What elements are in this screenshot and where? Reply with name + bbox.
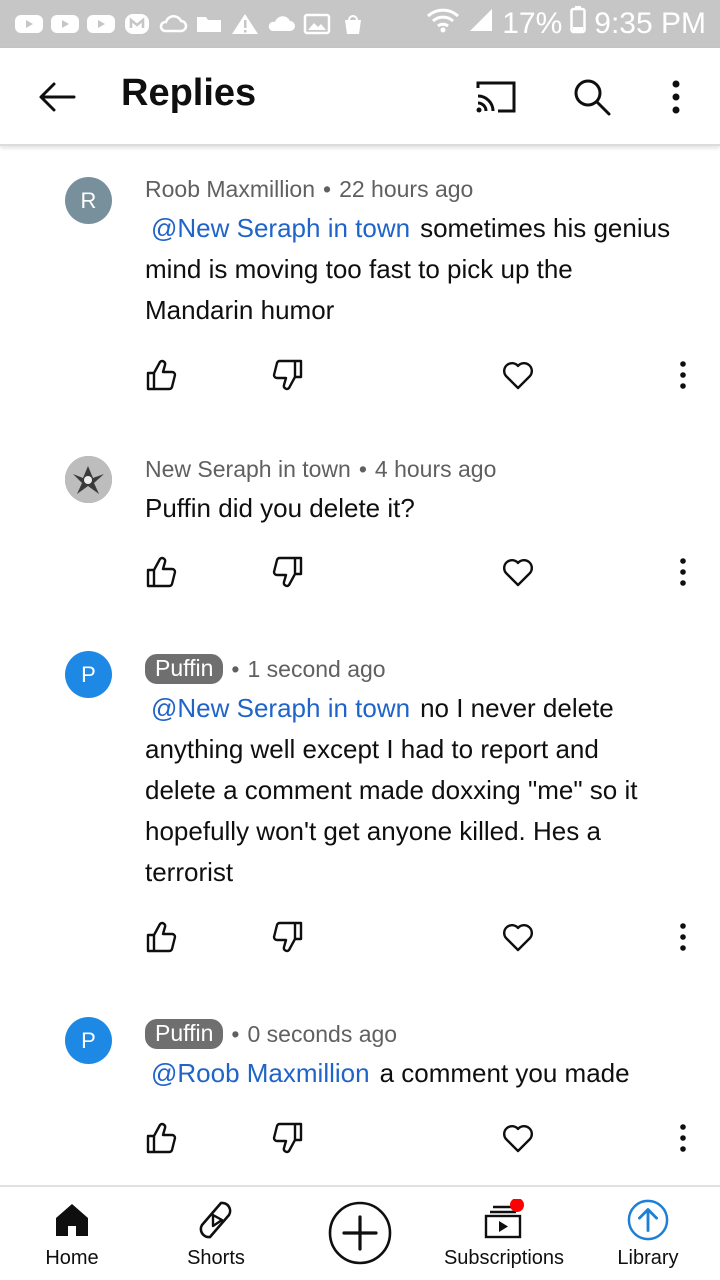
comment-body: Puffin did you delete it? bbox=[145, 493, 415, 523]
comment-body: a comment you made bbox=[379, 1058, 630, 1088]
more-vert-icon[interactable] bbox=[674, 555, 692, 589]
system-status: 17% 9:35 PM bbox=[426, 6, 706, 42]
like-icon[interactable] bbox=[145, 920, 177, 954]
notification-icons bbox=[14, 13, 426, 35]
separator-dot: • bbox=[323, 176, 332, 202]
nav-library[interactable]: Library bbox=[598, 1187, 698, 1280]
nav-shorts[interactable]: Shorts bbox=[166, 1187, 266, 1280]
timestamp: 1 second ago bbox=[247, 655, 386, 682]
signal-icon bbox=[468, 7, 494, 41]
more-vert-icon[interactable] bbox=[674, 358, 692, 392]
comment-text: @New Seraph in town sometimes his genius … bbox=[145, 208, 675, 331]
comment-meta: Puffin • 0 seconds ago bbox=[145, 1019, 397, 1049]
more-vert-icon[interactable] bbox=[662, 76, 690, 118]
like-icon[interactable] bbox=[145, 555, 177, 589]
search-icon[interactable] bbox=[571, 76, 613, 118]
mention-link[interactable]: @New Seraph in town bbox=[151, 213, 410, 243]
timestamp: 22 hours ago bbox=[339, 176, 474, 202]
like-icon[interactable] bbox=[145, 358, 177, 392]
avatar[interactable]: P bbox=[65, 651, 112, 698]
image-icon bbox=[302, 13, 332, 35]
author-name[interactable]: Roob Maxmillion bbox=[145, 176, 315, 203]
clock-time: 9:35 PM bbox=[594, 7, 706, 40]
heart-icon[interactable] bbox=[502, 358, 534, 392]
heart-icon[interactable] bbox=[502, 1121, 534, 1155]
avatar[interactable]: R bbox=[65, 177, 112, 224]
heart-icon[interactable] bbox=[502, 920, 534, 954]
youtube-notification-icon bbox=[14, 13, 44, 35]
timestamp: 0 seconds ago bbox=[247, 1020, 398, 1047]
avatar-image-icon bbox=[65, 456, 112, 503]
separator-dot: • bbox=[358, 456, 367, 482]
shorts-icon bbox=[195, 1199, 237, 1241]
nav-shorts-label: Shorts bbox=[187, 1247, 245, 1269]
youtube-notification-icon bbox=[86, 13, 116, 35]
timestamp: 4 hours ago bbox=[374, 456, 497, 482]
comment-meta: Puffin • 1 second ago bbox=[145, 654, 386, 684]
dislike-icon[interactable] bbox=[272, 1121, 304, 1155]
comment-text: @New Seraph in town no I never delete any… bbox=[145, 688, 675, 893]
avatar[interactable]: P bbox=[65, 1017, 112, 1064]
comment-text: @Roob Maxmillion a comment you made bbox=[145, 1053, 705, 1094]
nav-home[interactable]: Home bbox=[22, 1187, 122, 1280]
author-name[interactable]: New Seraph in town bbox=[145, 456, 351, 483]
subscriptions-icon bbox=[483, 1199, 525, 1241]
cloud-icon bbox=[266, 13, 296, 35]
battery-percent: 17% bbox=[502, 7, 563, 40]
warning-icon bbox=[230, 13, 260, 35]
comment-meta: Roob Maxmillion • 22 hours ago bbox=[145, 176, 473, 203]
heart-icon[interactable] bbox=[502, 555, 534, 589]
page-title: Replies bbox=[121, 72, 257, 114]
dislike-icon[interactable] bbox=[272, 555, 304, 589]
nav-subscriptions-label: Subscriptions bbox=[443, 1247, 565, 1269]
comment-actions bbox=[0, 1121, 720, 1161]
separator-dot: • bbox=[231, 1020, 240, 1047]
shopping-bag-icon bbox=[338, 13, 368, 35]
mention-link[interactable]: @New Seraph in town bbox=[151, 693, 410, 723]
mention-link[interactable]: @Roob Maxmillion bbox=[151, 1058, 370, 1088]
cloud-outline-icon bbox=[158, 13, 188, 35]
wifi-icon bbox=[426, 7, 460, 41]
notification-dot-icon bbox=[510, 1199, 524, 1212]
separator-dot: • bbox=[231, 655, 240, 682]
like-icon[interactable] bbox=[145, 1121, 177, 1155]
folder-icon bbox=[194, 13, 224, 35]
youtube-notification-icon bbox=[50, 13, 80, 35]
status-bar: 17% 9:35 PM bbox=[0, 0, 720, 48]
avatar[interactable] bbox=[65, 456, 112, 503]
comment-actions bbox=[0, 358, 720, 398]
dislike-icon[interactable] bbox=[272, 920, 304, 954]
nav-library-label: Library bbox=[617, 1247, 679, 1269]
cast-icon[interactable] bbox=[474, 78, 518, 116]
messenger-notification-icon bbox=[122, 13, 152, 35]
home-icon bbox=[51, 1199, 93, 1241]
more-vert-icon[interactable] bbox=[674, 920, 692, 954]
app-bar: Replies bbox=[0, 48, 720, 146]
nav-subscriptions[interactable]: Subscriptions bbox=[434, 1187, 574, 1280]
bottom-navigation: Home Shorts Subscriptions Library bbox=[0, 1185, 720, 1280]
dislike-icon[interactable] bbox=[272, 358, 304, 392]
library-icon bbox=[627, 1199, 669, 1241]
battery-icon bbox=[570, 6, 587, 42]
author-badge[interactable]: Puffin bbox=[145, 654, 224, 684]
nav-home-label: Home bbox=[45, 1247, 99, 1269]
comment-text: Puffin did you delete it? bbox=[145, 488, 675, 529]
back-arrow-icon[interactable] bbox=[36, 76, 78, 118]
comment-actions bbox=[0, 920, 720, 960]
comment-actions bbox=[0, 555, 720, 595]
comment-meta: New Seraph in town • 4 hours ago bbox=[145, 456, 496, 483]
more-vert-icon[interactable] bbox=[674, 1121, 692, 1155]
author-badge[interactable]: Puffin bbox=[145, 1019, 224, 1049]
create-plus-icon[interactable] bbox=[327, 1200, 393, 1266]
